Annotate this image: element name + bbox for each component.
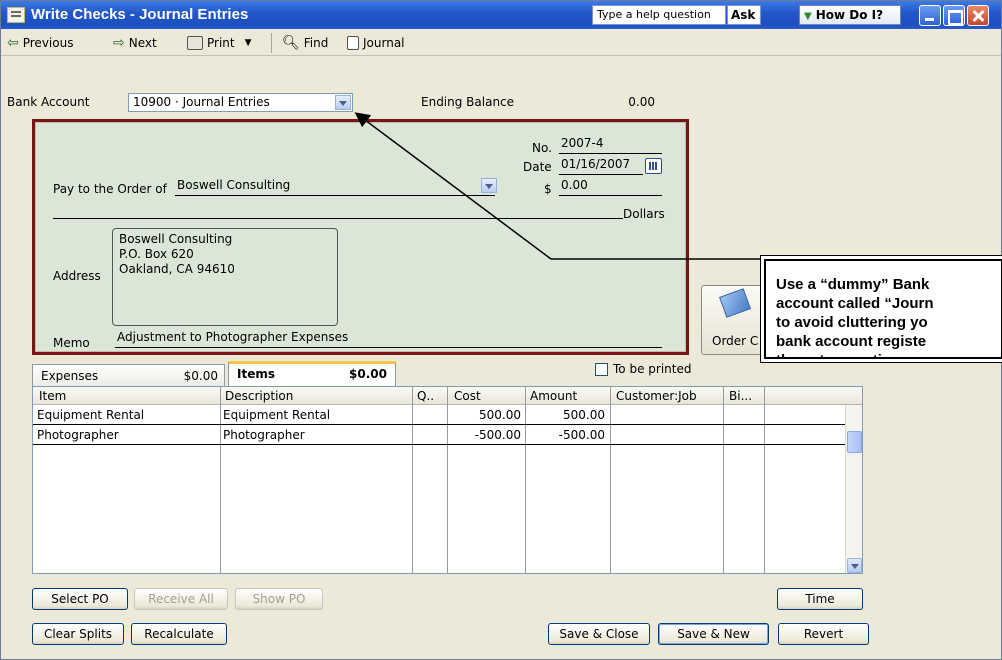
cell-cost[interactable]: -500.00 [451,428,521,442]
time-button[interactable]: Time [777,588,863,610]
select-po-button[interactable]: Select PO [32,588,128,610]
callout-line: account called “Journ [776,295,934,312]
tab-expenses[interactable]: Expenses $0.00 [32,364,225,386]
cell-cost[interactable]: 500.00 [451,408,521,422]
grid-column-divider [447,387,448,573]
save-new-button[interactable]: Save & New [658,623,769,645]
show-po-button[interactable]: Show PO [235,588,323,610]
save-close-button[interactable]: Save & Close [548,623,650,645]
grid-column-divider [525,387,526,573]
cell-description[interactable]: Photographer [223,428,305,442]
cell-description[interactable]: Equipment Rental [223,408,330,422]
tab-items-amount: $0.00 [349,367,387,381]
callout-line: these transactions. [776,351,1001,357]
tab-expenses-amount: $0.00 [183,369,218,383]
column-header-cost[interactable]: Cost [454,389,481,403]
grid-column-divider [412,387,413,573]
tab-items[interactable]: Items $0.00 [228,361,396,386]
column-header-description[interactable]: Description [225,389,293,403]
callout-line: to avoid cluttering yo [776,314,928,331]
callout-line: bank account registe [776,333,927,350]
grid-column-divider [220,387,221,573]
row-border [33,444,846,445]
grid-scrollbar[interactable] [845,405,862,573]
to-be-printed-label: To be printed [613,362,692,376]
grid-column-divider [610,387,611,573]
order-checks-label: Order C [712,334,759,348]
items-grid: Item Description Q.. Cost Amount Custome… [32,386,863,574]
cell-amount[interactable]: 500.00 [529,408,605,422]
revert-button[interactable]: Revert [778,623,869,645]
callout-arrow-pointer [354,112,552,260]
row-border [33,424,846,425]
column-header-amount[interactable]: Amount [530,389,577,403]
clear-splits-button[interactable]: Clear Splits [32,623,124,645]
to-be-printed-checkbox[interactable] [595,363,608,376]
receive-all-button[interactable]: Receive All [134,588,228,610]
tab-expenses-label: Expenses [41,369,99,383]
write-checks-window: Write Checks - Journal Entries Type a he… [0,0,1002,660]
grid-column-divider [764,387,765,573]
scroll-down-arrow-icon[interactable] [847,558,862,573]
column-header-qty[interactable]: Q.. [417,389,434,403]
grid-column-divider [723,387,724,573]
cell-amount[interactable]: -500.00 [529,428,605,442]
column-header-customer-job[interactable]: Customer:Job [616,389,697,403]
callout-line: Use a “dummy” Bank [776,276,930,293]
order-checks-button[interactable]: Order C [701,285,763,355]
column-header-billable[interactable]: Bi... [729,389,752,403]
checks-icon [719,288,751,318]
column-header-item[interactable]: Item [39,389,66,403]
cell-item[interactable]: Equipment Rental [37,408,144,422]
recalculate-button[interactable]: Recalculate [131,623,227,645]
scroll-thumb[interactable] [847,431,862,453]
tip-callout: Use a “dummy” Bank account called “Journ… [764,259,1002,359]
tab-items-label: Items [237,367,275,381]
cell-item[interactable]: Photographer [37,428,119,442]
